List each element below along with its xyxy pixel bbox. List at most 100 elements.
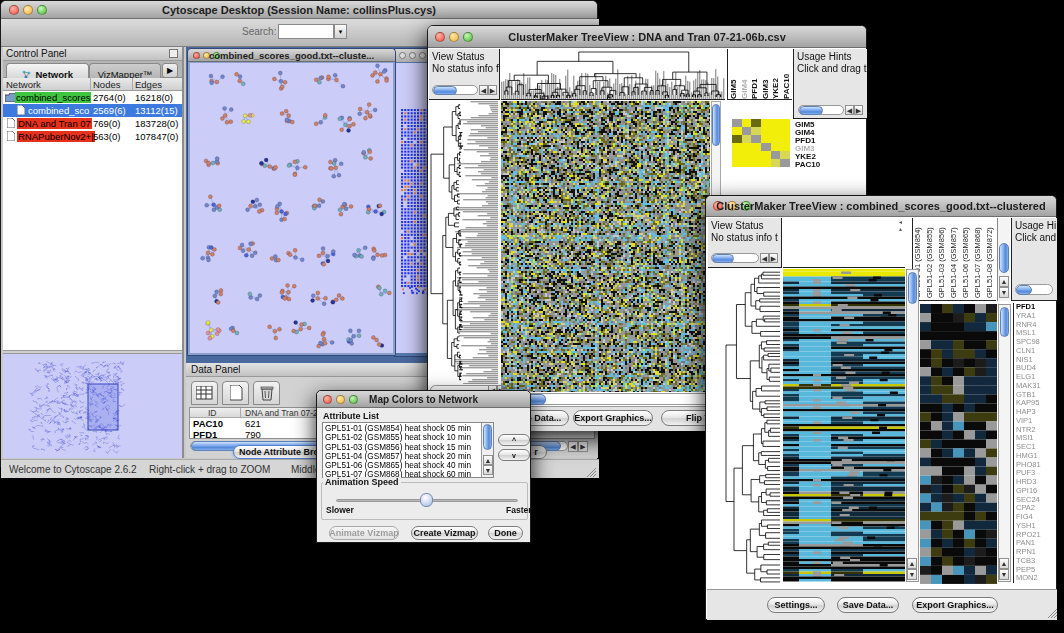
data-panel-title: Data Panel [191, 364, 240, 376]
scroll-right-icon[interactable]: ▶ [578, 441, 588, 452]
resize-grip[interactable] [585, 466, 597, 478]
network-name: DNA and Tran 07 [17, 118, 92, 129]
move-down-button[interactable]: v [498, 449, 530, 461]
matrix-cell [771, 135, 781, 143]
scroll-up-icon[interactable]: ▲ [999, 276, 1009, 287]
matrix-cell [742, 127, 752, 135]
attribute-listbox[interactable]: GPL51-01 (GSM854) heat shock 05 minGPL51… [322, 422, 494, 478]
treeview1-column-labels: GIM5GIM4PFD1GIM3YKE2PAC10 [727, 49, 792, 100]
treeview2-column-labels: GPL51-01 (GSM854)GPL51-02 (GSM855)GPL51-… [912, 218, 996, 301]
status-welcome: Welcome to Cytoscape 2.6.2 [9, 464, 137, 476]
matrix-cell [751, 159, 761, 167]
export-graphics-button[interactable]: Export Graphics... [573, 410, 653, 426]
data-panel-tab-delete[interactable] [253, 381, 280, 405]
scroll-up-icon[interactable]: ▲ [999, 558, 1009, 569]
animation-slider-thumb[interactable] [420, 493, 433, 507]
search-input[interactable] [278, 24, 334, 39]
treeview2-row-dendrogram[interactable] [708, 269, 782, 586]
attribute-list-label: Attribute List [323, 411, 379, 423]
save-data-button[interactable]: Save Data... [837, 597, 899, 613]
treeview1-heatmap[interactable] [501, 101, 710, 392]
network-list-row[interactable]: combined_scores2764(0)16218(0) [3, 91, 182, 104]
close-icon[interactable] [399, 52, 406, 59]
network-edges: 13112(15) [135, 105, 178, 116]
network-overview[interactable] [3, 354, 182, 458]
scroll-left-icon[interactable]: ◀ [845, 105, 854, 115]
network-list-row[interactable]: combined_sco2569(6) 13112(15) [3, 104, 182, 117]
matrix-cell [742, 135, 752, 143]
scroll-down-icon[interactable]: ▼ [907, 569, 917, 580]
network-nodes: 2569(6) [93, 105, 126, 116]
matrix-cell [780, 127, 790, 135]
scroll-right-icon[interactable]: ▶ [854, 105, 863, 115]
float-panel-icon[interactable] [169, 49, 178, 58]
treeview2-labels-vscrollbar[interactable]: ▲ ▼ [997, 218, 1010, 301]
matrix-cell [761, 135, 771, 143]
animate-vizmap-button[interactable]: Animate Vizmap [329, 526, 399, 540]
create-vizmap-button[interactable]: Create Vizmap [411, 526, 478, 540]
scroll-down-icon[interactable]: ▼ [999, 287, 1009, 298]
attribute-list-item[interactable]: GPL51-02 (GSM855) heat shock 10 min [325, 433, 493, 442]
zoom-icon[interactable] [419, 52, 426, 59]
settings-button[interactable]: Settings... [767, 597, 825, 613]
treeview2-secondary-heatmap[interactable] [920, 304, 997, 584]
scroll-right-icon[interactable]: ▶ [488, 85, 497, 95]
search-dropdown-button[interactable]: ▾ [334, 24, 347, 39]
matrix-cell [732, 119, 742, 127]
network-edges: 107847(0) [135, 131, 178, 142]
treeview2-secondary-vscrollbar[interactable]: ▲ ▼ [998, 304, 1011, 582]
treeview2-row-labels: PFD1YRA1RNR4MSL1SPC98CLN1NIS1BUD4ELG1MAK… [1013, 303, 1057, 583]
attribute-list-vscrollbar[interactable]: ▲ ▼ [481, 423, 493, 477]
tab-network[interactable]: Network [6, 63, 89, 78]
network-name: combined_sco [27, 105, 90, 116]
move-up-button[interactable]: ^ [498, 434, 530, 446]
dialog-title-bar[interactable]: Map Colors to Network [317, 391, 530, 408]
scroll-left-icon[interactable]: ◀ [568, 441, 578, 452]
treeview2-usage-hints-panel: Usage Hi Click and [1011, 218, 1057, 301]
main-window-title: Cytoscape Desktop (Session Name: collins… [1, 4, 597, 16]
scroll-down-icon[interactable]: ▼ [483, 465, 493, 475]
resize-grip[interactable] [1046, 607, 1058, 619]
attribute-list-item[interactable]: GPL51-06 (GSM865) heat shock 40 min [325, 461, 493, 470]
data-panel-tab-new[interactable] [222, 381, 249, 405]
faster-label: Faster [506, 505, 532, 517]
treeview1-column-dendrogram[interactable] [501, 49, 725, 100]
scroll-left-icon[interactable]: ◀ [760, 253, 769, 263]
scroll-right-icon[interactable]: ▶ [769, 253, 778, 263]
network-list-row[interactable]: RNAPuberNov2+|563(0)107847(0) [3, 130, 182, 143]
scroll-up-icon[interactable]: ▲ [907, 558, 917, 569]
treeview2-heatmap-vscrollbar[interactable]: ▲ ▼ [906, 269, 919, 582]
matrix-cell [780, 143, 790, 151]
treeview1-row-dendrogram[interactable] [429, 101, 498, 384]
data-panel-tab-table[interactable] [191, 381, 218, 405]
export-graphics-button[interactable]: Export Graphics... [912, 597, 998, 613]
done-button[interactable]: Done [488, 526, 523, 540]
scroll-down-icon[interactable]: ▼ [999, 569, 1009, 580]
network-view-window-1[interactable]: combined_scores_good.txt--cluste... [187, 48, 396, 356]
treeview1-mini-matrix[interactable] [732, 119, 790, 167]
column-label: GPL51-04 (GSM857) [949, 218, 961, 300]
column-label: GPL51-08 (GSM872) [985, 218, 997, 300]
treeview2-title-bar[interactable]: ClusterMaker TreeView : combined_scores_… [706, 196, 1056, 217]
network-list-row[interactable]: DNA and Tran 07769(0)183728(0) [3, 117, 182, 130]
scroll-left-icon[interactable]: ◀ [479, 85, 488, 95]
row-label: PAC10 [795, 161, 820, 169]
minimize-icon[interactable] [409, 52, 416, 59]
matrix-cell [751, 135, 761, 143]
treeview1-title-bar[interactable]: ClusterMaker TreeView : DNA and Tran 07-… [428, 26, 866, 48]
tab-vizmapper[interactable]: VizMapper™ [89, 63, 161, 78]
matrix-cell [742, 143, 752, 151]
attribute-list-item[interactable]: GPL51-03 (GSM856) heat shock 15 min [325, 443, 493, 452]
treeview2-heatmap[interactable] [783, 269, 905, 582]
main-title-bar[interactable]: Cytoscape Desktop (Session Name: collins… [1, 1, 597, 19]
matrix-cell [751, 151, 761, 159]
treeview2-view-status-panel: View Status No status info t ◀ ▶ [708, 218, 782, 268]
scroll-up-icon[interactable]: ▲ [483, 455, 493, 465]
dialog-title: Map Colors to Network [317, 394, 530, 405]
control-panel: Control Panel Network VizMapper™ ▶ Netwo… [3, 47, 184, 458]
tab-overflow-button[interactable]: ▶ [162, 63, 178, 78]
attribute-list-item[interactable]: GPL51-04 (GSM857) heat shock 20 min [325, 452, 493, 461]
attribute-list-item[interactable]: GPL51-01 (GSM854) heat shock 05 min [325, 424, 493, 433]
treeview2-column-dendrogram: ◂ ▴ [783, 218, 905, 268]
network-canvas[interactable] [190, 63, 393, 353]
